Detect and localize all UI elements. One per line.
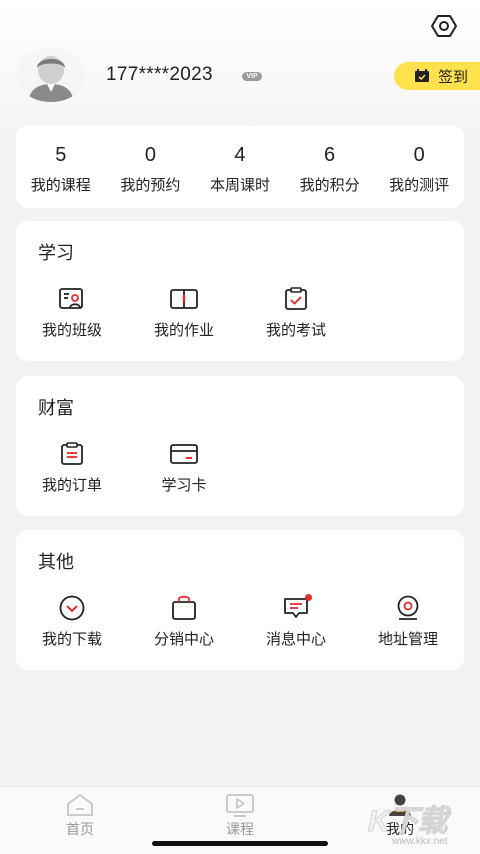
menu-my-homework[interactable]: 我的作业 <box>128 287 240 340</box>
menu-label: 学习卡 <box>161 477 207 494</box>
menu-my-class[interactable]: 我的班级 <box>16 287 128 340</box>
stat-label: 我的积分 <box>299 177 360 194</box>
stat-value: 4 <box>234 144 246 166</box>
stat-value: 5 <box>55 144 67 166</box>
order-icon <box>61 442 83 465</box>
section-title: 其他 <box>38 552 74 572</box>
menu-label: 地址管理 <box>377 631 438 648</box>
stats-panel: 5 我的课程 0 我的预约 4 本周课时 6 我的积分 0 我的测评 <box>16 126 464 208</box>
calendar-check-icon <box>415 69 429 82</box>
stat-value: 0 <box>144 144 156 166</box>
username: 177****2023 <box>106 64 213 85</box>
stat-my-assessments[interactable]: 0 我的测评 <box>374 126 464 208</box>
location-icon <box>397 595 419 620</box>
section-title: 财富 <box>38 398 74 418</box>
stat-label: 我的预约 <box>120 177 181 194</box>
menu-address-management[interactable]: 地址管理 <box>352 595 464 649</box>
stat-label: 本周课时 <box>209 177 270 194</box>
stat-my-bookings[interactable]: 0 我的预约 <box>106 126 196 208</box>
card-icon <box>170 444 198 464</box>
menu-label: 分销中心 <box>153 631 214 648</box>
menu-message-center[interactable]: 消息中心 <box>240 594 352 649</box>
homework-book-icon <box>170 289 198 309</box>
menu-distribution-center[interactable]: 分销中心 <box>128 595 240 649</box>
section-title: 学习 <box>38 243 74 263</box>
vip-badge: VIP <box>242 72 262 81</box>
menu-label: 我的班级 <box>41 322 102 339</box>
watermark-logo: K下载 <box>368 805 449 839</box>
menu-label: 我的作业 <box>153 322 214 339</box>
exam-clipboard-icon <box>285 287 307 310</box>
stat-label: 我的测评 <box>389 177 450 194</box>
course-play-icon <box>226 794 254 817</box>
home-indicator[interactable] <box>152 841 328 846</box>
stat-value: 0 <box>413 144 425 166</box>
watermark-url: www.kkx.net <box>392 836 448 847</box>
stat-weekly-hours[interactable]: 4 本周课时 <box>195 126 285 208</box>
tab-home[interactable]: 首页 <box>0 787 160 854</box>
shopping-bag-icon <box>172 595 196 620</box>
menu-my-orders[interactable]: 我的订单 <box>16 442 128 495</box>
stat-my-points[interactable]: 6 我的积分 <box>285 126 375 208</box>
menu-label: 我的考试 <box>265 322 326 339</box>
other-section: 其他 我的下载 分销中心 消息中心 地址管理 <box>16 530 464 670</box>
menu-my-downloads[interactable]: 我的下载 <box>16 595 128 649</box>
unread-dot <box>305 594 312 601</box>
menu-label: 我的下载 <box>41 631 102 648</box>
default-avatar-icon <box>16 48 86 102</box>
avatar[interactable] <box>16 48 86 102</box>
study-section: 学习 我的班级 我的作业 我的考试 <box>16 221 464 361</box>
settings-hexagon-icon <box>431 15 457 37</box>
stat-my-courses[interactable]: 5 我的课程 <box>16 126 106 208</box>
tab-label: 课程 <box>226 821 254 837</box>
stat-label: 我的课程 <box>30 177 91 194</box>
tab-label: 首页 <box>66 821 94 837</box>
menu-label: 消息中心 <box>265 631 326 648</box>
class-icon <box>59 288 83 309</box>
menu-label: 我的订单 <box>41 477 102 494</box>
wealth-section: 财富 我的订单 学习卡 <box>16 376 464 516</box>
menu-study-card[interactable]: 学习卡 <box>128 442 240 495</box>
home-icon <box>67 794 93 816</box>
settings-button[interactable] <box>430 12 458 40</box>
stat-value: 6 <box>324 144 336 166</box>
signin-button[interactable]: 签到 <box>394 62 480 90</box>
menu-my-exam[interactable]: 我的考试 <box>240 287 352 340</box>
signin-label: 签到 <box>438 68 469 86</box>
download-icon <box>59 595 85 621</box>
